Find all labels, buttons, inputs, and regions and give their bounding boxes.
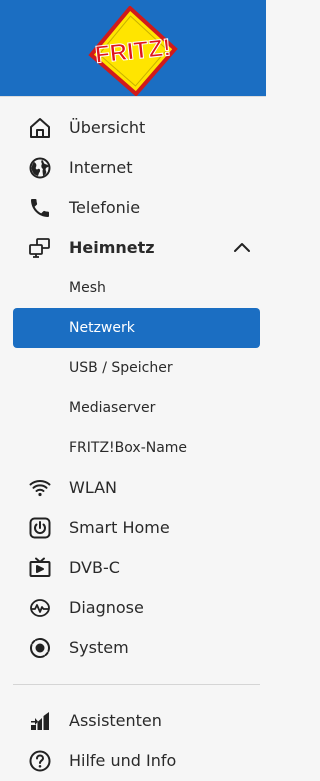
wifi-icon	[28, 476, 52, 500]
nav-item-label: Diagnose	[69, 598, 144, 617]
nav-item-label: Assistenten	[69, 711, 162, 730]
network-icon	[28, 236, 52, 260]
nav-item-label: Internet	[69, 158, 133, 177]
phone-icon	[28, 196, 52, 220]
nav-item-diagnose[interactable]: Diagnose	[0, 588, 266, 628]
subnav-item-netzwerk[interactable]: Netzwerk	[0, 308, 266, 348]
nav-item-dvb-c[interactable]: DVB-C	[0, 548, 266, 588]
nav-item-label: Übersicht	[69, 118, 146, 137]
globe-icon	[28, 156, 52, 180]
subnav-item-label: USB / Speicher	[69, 360, 173, 376]
main-navigation: Übersicht Internet Telefonie Heimnetz Me…	[0, 108, 266, 781]
nav-item-label: System	[69, 638, 129, 657]
fritz-logo[interactable]: FRITZ!	[83, 6, 183, 96]
help-icon	[28, 749, 52, 773]
diagnose-icon	[28, 596, 52, 620]
nav-item-hilfe-und-info[interactable]: Hilfe und Info	[0, 741, 266, 781]
subnav-item-mediaserver[interactable]: Mediaserver	[0, 388, 266, 428]
subnav-item-label: Mesh	[69, 280, 106, 296]
active-highlight	[13, 308, 260, 348]
fritz-logo-icon: FRITZ!	[88, 6, 178, 96]
subnav-item-label: Netzwerk	[69, 320, 135, 336]
subnav-item-fritzbox-name[interactable]: FRITZ!Box-Name	[0, 428, 266, 468]
nav-item-heimnetz[interactable]: Heimnetz	[0, 228, 266, 268]
nav-item-label: Heimnetz	[69, 238, 155, 257]
header-bar: FRITZ!	[0, 0, 266, 97]
nav-item-label: Telefonie	[69, 198, 141, 217]
nav-divider	[13, 684, 260, 685]
nav-item-smart-home[interactable]: Smart Home	[0, 508, 266, 548]
subnav-item-label: Mediaserver	[69, 400, 156, 416]
subnav-item-label: FRITZ!Box-Name	[69, 440, 188, 456]
chevron-up-icon[interactable]	[232, 238, 252, 258]
assistant-icon	[28, 709, 52, 733]
nav-item-label: WLAN	[69, 478, 118, 497]
nav-item-label: Hilfe und Info	[69, 751, 177, 770]
nav-item-uebersicht[interactable]: Übersicht	[0, 108, 266, 148]
nav-item-label: DVB-C	[69, 558, 120, 577]
subnav-item-mesh[interactable]: Mesh	[0, 268, 266, 308]
tv-icon	[28, 556, 52, 580]
nav-item-wlan[interactable]: WLAN	[0, 468, 266, 508]
system-icon	[28, 636, 52, 660]
nav-item-assistenten[interactable]: Assistenten	[0, 701, 266, 741]
subnav-item-usb-speicher[interactable]: USB / Speicher	[0, 348, 266, 388]
nav-item-telefonie[interactable]: Telefonie	[0, 188, 266, 228]
nav-item-internet[interactable]: Internet	[0, 148, 266, 188]
nav-item-label: Smart Home	[69, 518, 170, 537]
nav-item-system[interactable]: System	[0, 628, 266, 668]
home-icon	[28, 116, 52, 140]
power-icon	[28, 516, 52, 540]
